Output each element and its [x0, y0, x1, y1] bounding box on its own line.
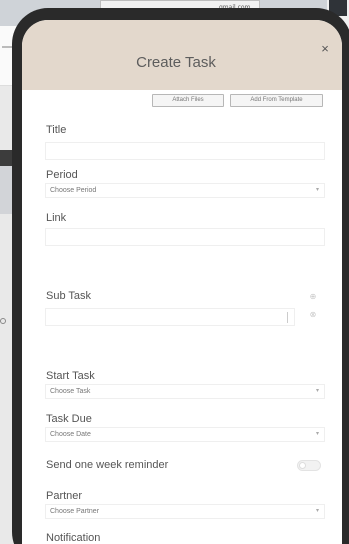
start-task-select[interactable]: Choose Task ▾ [45, 384, 325, 399]
task-due-select[interactable]: Choose Date ▾ [45, 427, 325, 442]
chevron-down-icon: ▾ [315, 508, 319, 514]
remove-subtask-icon[interactable]: ⊗ [308, 310, 318, 320]
partner-select[interactable]: Choose Partner ▾ [45, 504, 325, 519]
background-dot [0, 318, 6, 324]
task-due-label: Task Due [46, 413, 92, 425]
title-input[interactable] [45, 142, 325, 160]
reminder-toggle[interactable] [297, 460, 321, 471]
notification-label: Notification [46, 532, 101, 544]
partner-label: Partner [46, 490, 83, 502]
chevron-down-icon: ▾ [315, 187, 319, 193]
link-input[interactable] [45, 228, 325, 246]
add-from-template-button[interactable]: Add From Template [230, 94, 323, 107]
modal-title: Create Task [136, 54, 216, 71]
modal-header: Create Task × [22, 20, 342, 90]
phone-screen: Create Task × Attach Files Add From Temp… [22, 20, 342, 544]
start-task-label: Start Task [46, 370, 95, 382]
title-label: Title [46, 124, 67, 136]
attach-files-button[interactable]: Attach Files [152, 94, 224, 107]
toggle-knob [299, 462, 306, 469]
period-select[interactable]: Choose Period ▾ [45, 183, 325, 198]
close-icon[interactable]: × [318, 42, 332, 56]
period-label: Period [46, 169, 78, 181]
subtask-input[interactable] [45, 308, 295, 326]
task-due-select-value: Choose Date [50, 431, 91, 438]
start-task-select-value: Choose Task [50, 388, 91, 395]
chevron-down-icon: ▾ [315, 431, 319, 437]
period-select-value: Choose Period [50, 187, 97, 194]
link-label: Link [46, 212, 67, 224]
add-subtask-icon[interactable]: ⊕ [308, 292, 318, 302]
subtask-label: Sub Task [46, 290, 92, 302]
partner-select-value: Choose Partner [50, 508, 100, 515]
chevron-down-icon: ▾ [315, 388, 319, 394]
subtask-divider [287, 312, 288, 323]
reminder-label: Send one week reminder [46, 459, 169, 471]
